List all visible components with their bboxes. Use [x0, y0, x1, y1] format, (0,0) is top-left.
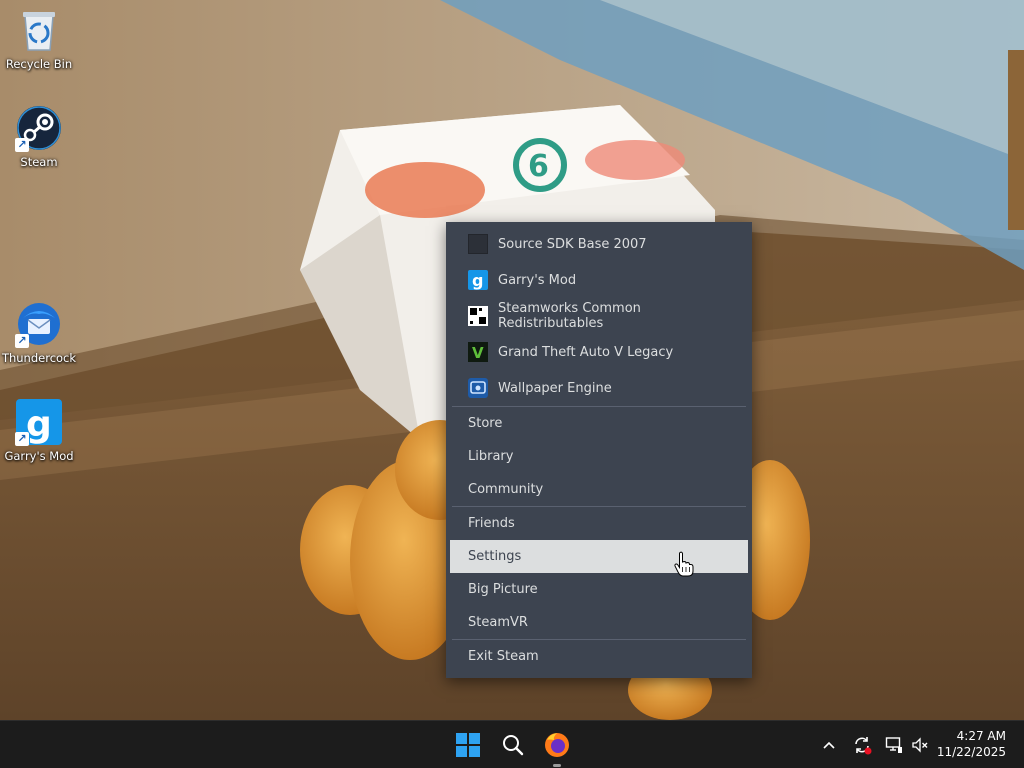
svg-text:g: g: [472, 271, 483, 290]
gta-v-icon: V: [468, 342, 488, 362]
menu-item-label: Wallpaper Engine: [498, 380, 612, 396]
svg-text:V: V: [472, 344, 484, 362]
windows-logo-icon: [456, 733, 480, 757]
menu-item-community[interactable]: Community: [450, 473, 748, 506]
menu-item-exit-steam[interactable]: Exit Steam: [450, 640, 748, 673]
desktop-icon-garrys-mod[interactable]: g ↗ Garry's Mod: [1, 398, 77, 463]
firefox-icon: [545, 733, 569, 757]
search-icon: [503, 735, 524, 756]
thunderbird-icon: ↗: [15, 300, 63, 348]
desktop-icon-label: Garry's Mod: [4, 449, 74, 463]
menu-item-label: Source SDK Base 2007: [498, 236, 647, 252]
recycle-bin-icon: [15, 6, 63, 54]
clock-date: 11/22/2025: [936, 745, 1006, 759]
tray-update-button[interactable]: [849, 721, 875, 768]
menu-item-big-picture[interactable]: Big Picture: [450, 573, 748, 606]
svg-text:6: 6: [528, 149, 549, 184]
running-indicator: [553, 764, 561, 767]
shortcut-arrow-icon: ↗: [15, 334, 29, 348]
shortcut-arrow-icon: ↗: [15, 432, 29, 446]
menu-item-friends[interactable]: Friends: [450, 507, 748, 540]
steam-tray-menu: Source SDK Base 2007 g Garry's Mod Steam…: [446, 222, 752, 678]
volume-muted-icon: [912, 737, 928, 753]
menu-item-steamworks-common-redistributables[interactable]: Steamworks Common Redistributables: [450, 298, 748, 334]
shortcut-arrow-icon: ↗: [15, 138, 29, 152]
clock[interactable]: 4:27 AM 11/22/2025: [937, 728, 1006, 760]
network-icon: [885, 737, 902, 753]
taskbar: 4:27 AM 11/22/2025: [0, 720, 1024, 768]
menu-item-library[interactable]: Library: [450, 440, 748, 473]
desktop-icon-thundercock[interactable]: ↗ Thundercock: [1, 300, 77, 365]
menu-item-wallpaper-engine[interactable]: Wallpaper Engine: [450, 370, 748, 406]
desktop-icon-label: Steam: [20, 155, 58, 169]
desktop-icon-steam[interactable]: ↗ Steam: [1, 104, 77, 169]
menu-item-steamvr[interactable]: SteamVR: [450, 606, 748, 639]
tray-volume-button[interactable]: [908, 721, 932, 768]
desktop-icon-label: Recycle Bin: [5, 57, 73, 71]
show-hidden-icons-button[interactable]: [818, 721, 840, 768]
taskbar-firefox-button[interactable]: [539, 727, 575, 763]
menu-item-label: Grand Theft Auto V Legacy: [498, 344, 674, 360]
svg-text:g: g: [26, 404, 52, 445]
hand-cursor-icon: [674, 551, 694, 581]
garrys-mod-icon: g ↗: [15, 398, 63, 446]
clock-time: 4:27 AM: [956, 729, 1006, 743]
wallpaper-engine-icon: [468, 378, 488, 398]
start-button[interactable]: [450, 727, 486, 763]
menu-item-source-sdk-base-2007[interactable]: Source SDK Base 2007: [450, 226, 748, 262]
search-button[interactable]: [495, 727, 531, 763]
tray-network-button[interactable]: [882, 721, 906, 768]
garrys-mod-icon: g: [468, 270, 488, 290]
menu-item-label: Garry's Mod: [498, 272, 577, 288]
desktop-icon-recycle-bin[interactable]: Recycle Bin: [1, 6, 77, 71]
source-sdk-icon: [468, 234, 488, 254]
chevron-up-icon: [823, 741, 835, 749]
menu-item-grand-theft-auto-v-legacy[interactable]: V Grand Theft Auto V Legacy: [450, 334, 748, 370]
menu-item-settings[interactable]: Settings: [450, 540, 748, 573]
menu-item-garrys-mod[interactable]: g Garry's Mod: [450, 262, 748, 298]
steam-icon: ↗: [15, 104, 63, 152]
menu-item-label: Steamworks Common Redistributables: [498, 301, 641, 331]
menu-item-store[interactable]: Store: [450, 407, 748, 440]
sync-icon: [855, 737, 872, 755]
steamworks-icon: [468, 306, 488, 326]
desktop-icon-label: Thundercock: [1, 351, 77, 365]
